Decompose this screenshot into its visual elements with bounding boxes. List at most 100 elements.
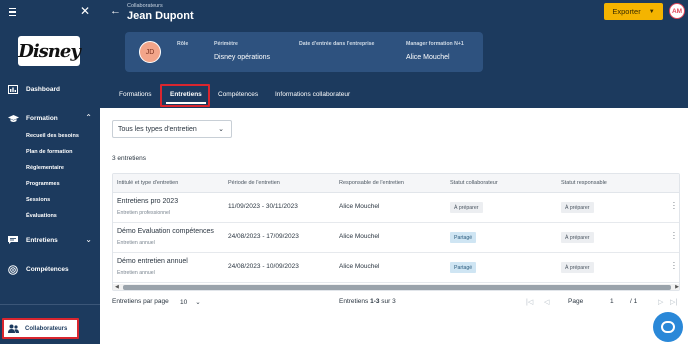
table-row[interactable]: Démo Evaluation compétences Entretien an… [113,223,679,253]
status-badge: À préparer [561,202,594,213]
sidebar-header: ✕ [0,0,100,26]
avatar: JD [139,41,161,63]
sidebar-item-label: Compétences [26,265,69,273]
scroll-left-icon[interactable]: ◀ [115,284,119,290]
per-page-label: Entretiens par page [112,298,169,305]
sidebar: ✕ Disney Dashboard Formation ⌃ Recueil d… [0,0,100,344]
sidebar-item-label: Collaborateurs [25,325,68,332]
column-header[interactable]: Responsable de l'entretien [339,180,404,186]
more-vertical-icon[interactable]: · · · [672,259,676,273]
sidebar-item-label: Formation [26,114,58,122]
export-button[interactable]: Exporter ▼ [604,3,663,20]
users-icon [8,324,19,333]
sidebar-item-entretiens[interactable]: Entretiens ⌄ [0,230,100,250]
close-icon[interactable]: ✕ [80,4,90,18]
tab-competences[interactable]: Compétences [218,91,258,98]
interview-period: 24/08/2023 - 10/09/2023 [228,263,299,270]
interview-type-select[interactable]: Tous les types d'entretien ⌄ [112,120,232,138]
status-badge: Partagé [450,232,477,243]
sidebar-subitem-sessions[interactable]: Sessions [0,192,100,208]
status-badge: À préparer [450,202,483,213]
interview-period: 24/08/2023 - 17/09/2023 [228,233,299,240]
breadcrumb[interactable]: Collaborateurs [127,3,163,9]
more-vertical-icon[interactable]: · · · [672,229,676,243]
column-header[interactable]: Statut collaborateur [450,180,498,186]
company-logo: Disney [18,36,81,66]
interview-title: Démo Evaluation compétences [117,228,214,235]
per-page-select[interactable]: 10 ⌄ [180,296,210,308]
range-suffix: sur 3 [379,298,396,305]
scrollbar-thumb[interactable] [123,285,671,290]
sidebar-subitem-reglementaire[interactable]: Réglementaire [0,160,100,176]
dashboard-icon [8,84,18,94]
status-badge: À préparer [561,262,594,273]
interview-period: 11/09/2023 - 30/11/2023 [228,203,298,210]
sidebar-item-label: Dashboard [26,85,60,93]
last-page-icon[interactable]: ▷| [670,298,688,306]
sidebar-subitem-evaluations[interactable]: Évaluations [0,208,100,224]
chevron-down-icon: ⌄ [218,126,224,133]
table-header: Intitulé et type d'entretien Période de … [113,174,679,193]
per-page-value: 10 [180,298,188,306]
select-value: Tous les types d'entretien [118,125,197,133]
sidebar-subitem-recueil[interactable]: Recueil des besoins [0,128,100,144]
tab-highlight-box [160,84,210,107]
back-arrow-icon[interactable]: ← [110,5,121,17]
chevron-up-icon: ⌃ [85,113,92,122]
sidebar-subitem-plan[interactable]: Plan de formation [0,144,100,160]
sidebar-nav: Dashboard Formation ⌃ Recueil des besoin… [0,79,100,279]
page-total: / 1 [630,298,638,305]
page-label: Page [568,298,584,305]
logo-text: Disney [18,40,81,62]
table-row[interactable]: Démo entretien annuel Entretien annuel 2… [113,253,679,283]
profile-card: JD Rôle Périmètre Disney opérations Date… [125,32,483,72]
interview-type: Entretien professionnel [117,210,171,216]
interview-title: Entretiens pro 2023 [117,198,179,205]
column-header[interactable]: Intitulé et type d'entretien [117,180,178,186]
export-label: Exporter [612,7,641,16]
horizontal-scrollbar[interactable]: ◀ ▶ [113,284,679,290]
perimetre-label: Périmètre [214,41,238,47]
interview-responsable: Alice Mouchel [339,263,380,270]
sidebar-item-label: Entretiens [26,236,58,244]
column-header[interactable]: Statut responsable [561,180,607,186]
range-prefix: Entretiens [339,298,371,305]
results-count: 3 entretiens [112,155,146,162]
role-label: Rôle [177,41,189,47]
sidebar-item-dashboard[interactable]: Dashboard [0,79,100,99]
status-badge: Partagé [450,262,477,273]
chat-bubble-icon [661,321,675,333]
interview-responsable: Alice Mouchel [339,233,380,240]
main-content: Tous les types d'entretien ⌄ 3 entretien… [100,108,688,344]
perimetre-value: Disney opérations [214,54,271,61]
page-input[interactable]: 1 [610,298,614,305]
page-header: ← Collaborateurs Jean Dupont Exporter ▼ A… [100,0,688,108]
sidebar-item-formation[interactable]: Formation ⌃ [0,108,100,128]
manager-label: Manager formation N+1 [406,41,464,47]
help-chat-button[interactable] [653,312,683,342]
sidebar-subitem-programmes[interactable]: Programmes [0,176,100,192]
scroll-right-icon[interactable]: ▶ [675,284,679,290]
interviews-table: Intitulé et type d'entretien Période de … [112,173,680,291]
page-title: Jean Dupont [127,10,194,22]
tab-formations[interactable]: Formations [119,91,152,98]
manager-value: Alice Mouchel [406,54,450,61]
tab-informations-collaborateur[interactable]: Informations collaborateur [275,91,350,98]
column-header[interactable]: Période de l'entretien [228,180,280,186]
interview-responsable: Alice Mouchel [339,203,380,210]
table-row[interactable]: Entretiens pro 2023 Entretien profession… [113,193,679,223]
chevron-down-icon: ⌄ [195,299,201,306]
sidebar-divider [0,304,100,305]
sidebar-item-collaborateurs[interactable]: Collaborateurs [2,318,79,339]
interview-type: Entretien annuel [117,240,155,246]
range-text: Entretiens 1-3 sur 3 [339,298,396,305]
sidebar-item-competences[interactable]: Compétences [0,259,100,279]
chevron-down-icon: ▼ [648,8,655,15]
status-badge: À préparer [561,232,594,243]
interview-title: Démo entretien annuel [117,258,188,265]
more-vertical-icon[interactable]: · · · [672,199,676,213]
prev-page-icon[interactable]: ◁ [544,298,644,306]
menu-icon[interactable] [9,8,16,16]
user-avatar[interactable]: AM [669,3,685,19]
entree-label: Date d'entrée dans l'entreprise [299,41,375,47]
